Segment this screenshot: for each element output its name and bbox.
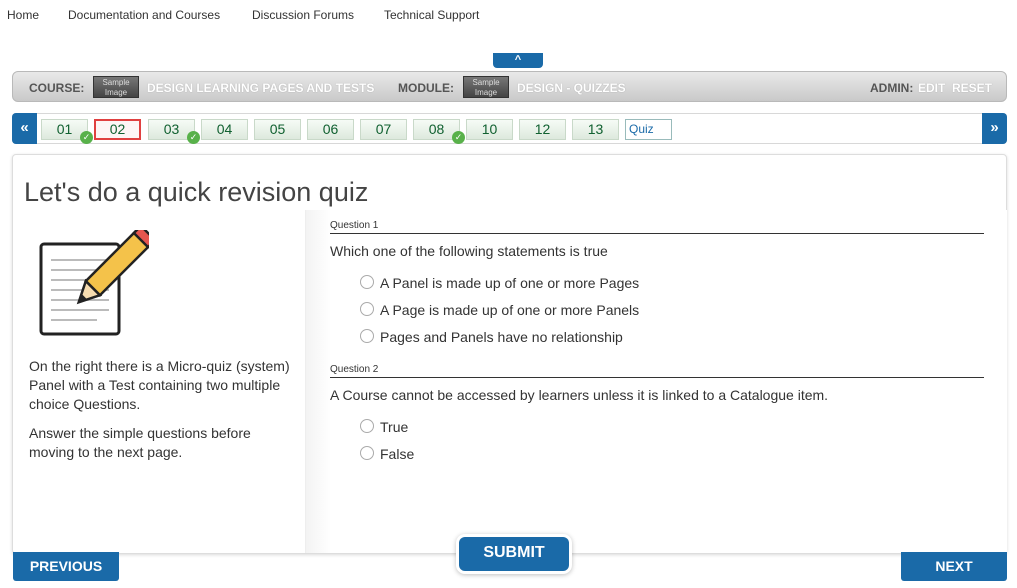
- page-tab-quiz[interactable]: Quiz: [625, 119, 672, 140]
- page-tab-05[interactable]: 05: [254, 119, 301, 140]
- q1-option-1-radio[interactable]: [360, 275, 374, 289]
- intro-paragraph-1: On the right there is a Micro-quiz (syst…: [29, 358, 290, 412]
- page-tab-label: 10: [481, 121, 498, 137]
- option-label: Pages and Panels have no relationship: [380, 329, 623, 345]
- page-tab-label: 05: [269, 121, 286, 137]
- module-thumbnail: Sample Image: [463, 76, 509, 98]
- check-icon: ✓: [187, 131, 200, 144]
- module-name[interactable]: DESIGN - QUIZZES: [517, 81, 626, 95]
- page-tab-label: 07: [375, 121, 392, 137]
- course-name[interactable]: DESIGN LEARNING PAGES AND TESTS: [147, 81, 374, 95]
- question-1-text: Which one of the following statements is…: [330, 243, 608, 259]
- option-label: A Panel is made up of one or more Pages: [380, 275, 640, 291]
- module-label: MODULE:: [398, 81, 454, 95]
- question-2-heading: Question 2: [330, 364, 984, 378]
- page-navigation: « 01 ✓ 02 03 ✓ 04 05 06 07 08 ✓ 10 12 13 Qu…: [12, 113, 1007, 144]
- reset-link[interactable]: RESET: [952, 81, 992, 95]
- question-2-text: A Course cannot be accessed by learners …: [330, 387, 829, 403]
- q1-option-2-radio[interactable]: [360, 302, 374, 316]
- notepad-pencil-icon: [39, 230, 149, 336]
- q2-option-true-radio[interactable]: [360, 419, 374, 433]
- nav-home[interactable]: Home: [7, 8, 39, 22]
- page-tab-label: 13: [587, 121, 604, 137]
- course-label: COURSE:: [29, 81, 85, 95]
- intro-text: On the right there is a Micro-quiz (syst…: [29, 357, 299, 472]
- page-tab-12[interactable]: 12: [519, 119, 566, 140]
- submit-button[interactable]: SUBMIT: [459, 537, 569, 571]
- page-tab-label: 03: [163, 121, 180, 137]
- page-tab-13[interactable]: 13: [572, 119, 619, 140]
- nav-forums[interactable]: Discussion Forums: [252, 8, 354, 22]
- admin-label: ADMIN:: [870, 81, 914, 95]
- check-icon: ✓: [452, 131, 465, 144]
- nav-documentation[interactable]: Documentation and Courses: [68, 8, 220, 22]
- option-label: False: [380, 446, 415, 462]
- page-title: Let's do a quick revision quiz: [24, 177, 369, 207]
- option-label: A Page is made up of one or more Panels: [380, 302, 640, 318]
- course-bar: COURSE: Sample Image DESIGN LEARNING PAG…: [12, 71, 1007, 102]
- option-label: True: [380, 419, 409, 435]
- page-tab-label: 06: [322, 121, 339, 137]
- page-tab-label: 04: [216, 121, 233, 137]
- collapse-toggle-button[interactable]: ^: [493, 53, 543, 68]
- q1-option-3-radio[interactable]: [360, 329, 374, 343]
- check-icon: ✓: [80, 131, 93, 144]
- q2-option-false-radio[interactable]: [360, 446, 374, 460]
- page-tab-08[interactable]: 08 ✓: [413, 119, 465, 144]
- previous-pages-arrow[interactable]: «: [12, 113, 37, 144]
- question-1-heading: Question 1: [330, 220, 984, 234]
- course-thumbnail: Sample Image: [93, 76, 139, 98]
- page-tab-label: 08: [428, 121, 445, 137]
- page-tab-03[interactable]: 03 ✓: [148, 119, 200, 144]
- micro-quiz-panel: Question 1 Which one of the following st…: [305, 210, 1007, 553]
- page-tab-label: 12: [534, 121, 551, 137]
- top-navigation: Home Documentation and Courses Discussio…: [0, 0, 1017, 30]
- page-tab-04[interactable]: 04: [201, 119, 248, 140]
- page-tab-label: 02: [109, 121, 126, 137]
- next-pages-arrow[interactable]: »: [982, 113, 1007, 144]
- page-tab-10[interactable]: 10: [466, 119, 513, 140]
- page-tab-02[interactable]: 02: [94, 119, 141, 140]
- page-tab-label: 01: [56, 121, 73, 137]
- intro-paragraph-2: Answer the simple questions before movin…: [29, 425, 251, 460]
- content-panel: Let's do a quick revision quiz On the ri…: [12, 154, 1007, 554]
- edit-link[interactable]: EDIT: [918, 81, 945, 95]
- page-tab-06[interactable]: 06: [307, 119, 354, 140]
- previous-button[interactable]: PREVIOUS: [13, 552, 119, 581]
- page-tab-07[interactable]: 07: [360, 119, 407, 140]
- page-tab-01[interactable]: 01 ✓: [41, 119, 93, 144]
- next-button[interactable]: NEXT: [901, 552, 1007, 581]
- intro-column: On the right there is a Micro-quiz (syst…: [13, 210, 305, 553]
- nav-support[interactable]: Technical Support: [384, 8, 479, 22]
